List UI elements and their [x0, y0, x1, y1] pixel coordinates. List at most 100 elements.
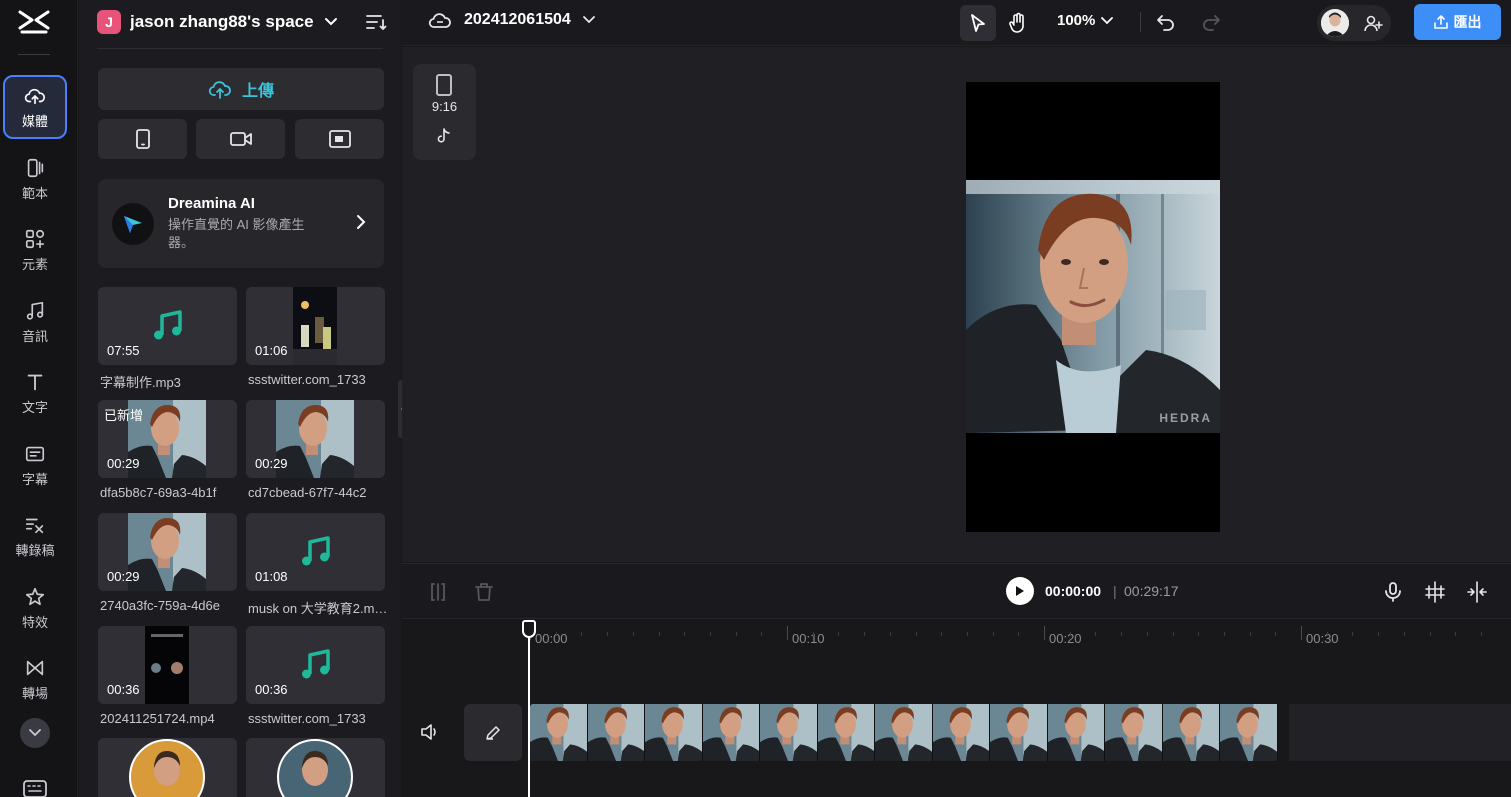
rail-label: 元素 [21, 256, 48, 272]
media-tile[interactable] [98, 738, 237, 797]
media-tile[interactable]: 00:29 [246, 400, 385, 478]
phone-upload-button[interactable] [98, 119, 187, 159]
microphone-icon[interactable] [1381, 580, 1405, 604]
video-preview[interactable]: HEDRA [966, 82, 1220, 532]
capcut-logo[interactable] [16, 6, 52, 38]
ruler-minor-tick [581, 632, 583, 636]
video-thumbnail [128, 513, 206, 591]
media-tile[interactable]: 01:08 [246, 513, 385, 591]
split-icon[interactable] [426, 580, 450, 604]
ruler-minor-tick [812, 632, 814, 636]
media-tile[interactable]: 00:29 已新增 [98, 400, 237, 478]
ruler-minor-tick [1095, 632, 1097, 636]
rail-item-text[interactable]: 文字 [3, 361, 67, 425]
panel-divider [97, 48, 383, 49]
transitions-icon [26, 660, 44, 675]
timeline[interactable]: 00:00 00:10 00:20 00:30 [402, 620, 1511, 797]
clip-frame [875, 704, 933, 761]
collaborators[interactable] [1317, 5, 1391, 41]
keyboard-icon[interactable] [23, 780, 47, 797]
ruler-minor-tick [1352, 632, 1354, 636]
add-user-icon[interactable] [1363, 14, 1383, 32]
media-tile[interactable]: 01:06 [246, 287, 385, 365]
delete-icon[interactable] [472, 580, 496, 604]
edit-cover-button[interactable] [464, 704, 522, 761]
select-tool-button[interactable] [960, 5, 996, 41]
rail-item-elements[interactable]: 元素 [3, 218, 67, 282]
toolbar-divider [1140, 12, 1141, 32]
screen-record-button[interactable] [295, 119, 384, 159]
video-thumbnail [128, 738, 206, 797]
export-icon [1433, 15, 1448, 29]
rail-item-transitions[interactable]: 轉場 [3, 647, 67, 711]
rail-label: 音訊 [21, 328, 48, 344]
split-at-playhead-icon[interactable] [1465, 580, 1489, 604]
portrait-icon [436, 74, 452, 96]
playhead[interactable] [522, 620, 536, 797]
sort-icon[interactable] [365, 12, 387, 32]
pencil-icon [486, 725, 500, 740]
video-thumbnail [276, 738, 354, 797]
current-time: 00:00:00 [1045, 583, 1102, 599]
left-rail: 媒體 範本 元素 音訊 文字 字幕 轉錄稿 特效 轉場 [0, 0, 78, 797]
rail-item-effects[interactable]: 特效 [3, 576, 67, 640]
cloud-upload-icon [208, 81, 231, 99]
music-note-icon [302, 536, 330, 566]
ruler-minor-tick [1429, 632, 1431, 636]
media-tile[interactable]: 07:55 [98, 287, 237, 365]
phone-icon [135, 129, 150, 149]
upload-button[interactable]: 上傳 [98, 68, 384, 110]
more-tools-button[interactable] [20, 718, 50, 748]
music-icon [26, 301, 44, 320]
rail-label: 範本 [21, 185, 48, 201]
clip-frame [990, 704, 1048, 761]
chevron-down-icon [1101, 16, 1114, 24]
zoom-value: 100% [1057, 12, 1096, 29]
clip-frame [587, 704, 645, 761]
ruler-minor-tick [889, 632, 891, 636]
snap-icon[interactable] [1423, 580, 1447, 604]
media-duration: 01:06 [255, 343, 288, 358]
media-tile[interactable]: 00:36 [98, 626, 237, 704]
tiktok-icon [437, 128, 450, 143]
ruler-minor-tick [1223, 632, 1225, 636]
undo-icon [1157, 15, 1174, 31]
media-tile[interactable] [246, 738, 385, 797]
rail-item-captions[interactable]: 字幕 [3, 433, 67, 497]
ruler-tick [1044, 626, 1045, 640]
ruler-label: 00:20 [1049, 631, 1082, 646]
hand-tool-button[interactable] [1000, 5, 1036, 41]
record-button[interactable] [196, 119, 285, 159]
ruler-tick [1301, 626, 1302, 640]
ruler-minor-tick [1018, 632, 1020, 636]
zoom-dropdown[interactable]: 100% [1057, 12, 1114, 29]
play-button[interactable] [1006, 577, 1034, 605]
project-title-menu[interactable]: 202412061504 [428, 10, 595, 30]
undo-button[interactable] [1148, 5, 1184, 41]
playhead-handle[interactable] [522, 620, 536, 638]
media-tile[interactable]: 00:29 [98, 513, 237, 591]
aspect-ratio-label: 9:16 [431, 99, 458, 114]
rail-item-media[interactable]: 媒體 [3, 75, 67, 139]
workspace-switcher[interactable]: J jason zhang88's space [97, 8, 387, 36]
rail-item-audio[interactable]: 音訊 [3, 290, 67, 354]
media-tile[interactable]: 00:36 [246, 626, 385, 704]
video-clip[interactable] [530, 704, 1289, 761]
rail-item-templates[interactable]: 範本 [3, 147, 67, 211]
upload-label: 上傳 [241, 83, 274, 100]
export-button[interactable]: 匯出 [1414, 4, 1501, 40]
media-filename: dfa5b8c7-69a3-4b1f [100, 485, 217, 500]
ruler-minor-tick [864, 632, 866, 636]
media-filename: 202411251724.mp4 [100, 711, 215, 726]
redo-button[interactable] [1193, 5, 1229, 41]
media-filename: ssstwitter.com_1733 [248, 711, 366, 726]
ruler-label: 00:30 [1306, 631, 1339, 646]
workspace-badge: J [97, 10, 121, 34]
ruler-minor-tick [1326, 632, 1328, 636]
rail-item-transcript[interactable]: 轉錄稿 [3, 504, 67, 568]
speaker-icon[interactable] [420, 723, 440, 741]
media-filename: cd7cbead-67f7-44c2 [248, 485, 367, 500]
aspect-ratio-button[interactable]: 9:16 [413, 64, 476, 160]
dreamina-card[interactable]: Dreamina AI 操作直覺的 AI 影像產生器。 [98, 179, 384, 268]
clip-frame [1220, 704, 1278, 761]
